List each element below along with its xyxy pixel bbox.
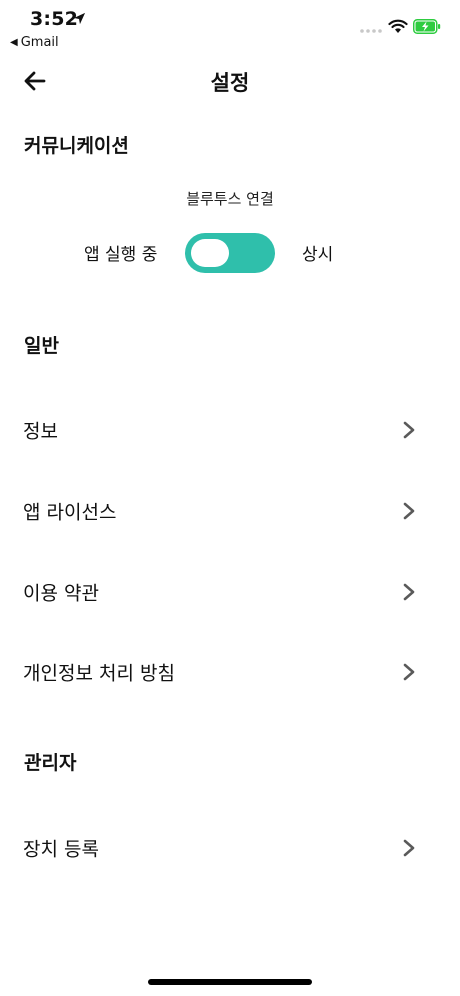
row-label: 정보 bbox=[23, 420, 58, 443]
settings-row-terms[interactable]: 이용 약관 bbox=[0, 562, 460, 622]
back-triangle-icon: ◀ bbox=[10, 37, 18, 48]
row-label: 장치 등록 bbox=[23, 838, 99, 861]
section-header-admin: 관리자 bbox=[24, 752, 77, 774]
battery-charging-icon bbox=[413, 19, 441, 34]
row-label: 개인정보 처리 방침 bbox=[23, 662, 175, 685]
home-indicator[interactable] bbox=[148, 979, 312, 985]
row-label: 이용 약관 bbox=[23, 582, 99, 605]
settings-row-app-license[interactable]: 앱 라이선스 bbox=[0, 481, 460, 541]
settings-row-device-registration[interactable]: 장치 등록 bbox=[0, 818, 460, 878]
bluetooth-mode-toggle[interactable] bbox=[185, 233, 275, 273]
bluetooth-connection-label: 블루투스 연결 bbox=[186, 190, 274, 208]
chevron-right-icon bbox=[403, 839, 415, 857]
page-title: 설정 bbox=[210, 71, 250, 95]
toggle-option-app-running: 앱 실행 중 bbox=[84, 245, 158, 265]
toggle-option-always: 상시 bbox=[302, 245, 334, 265]
section-header-communication: 커뮤니케이션 bbox=[24, 135, 129, 157]
back-app-label: Gmail bbox=[20, 35, 59, 50]
row-label: 앱 라이선스 bbox=[23, 501, 117, 524]
settings-row-privacy-policy[interactable]: 개인정보 처리 방침 bbox=[0, 642, 460, 702]
cellular-signal-icon bbox=[360, 29, 382, 33]
chevron-right-icon bbox=[403, 502, 415, 520]
chevron-right-icon bbox=[403, 421, 415, 439]
toggle-knob bbox=[191, 239, 229, 267]
status-time: 3:52 bbox=[30, 8, 79, 30]
chevron-right-icon bbox=[403, 583, 415, 601]
chevron-right-icon bbox=[403, 663, 415, 681]
back-to-app-link[interactable]: ◀ Gmail bbox=[10, 35, 59, 50]
section-header-general: 일반 bbox=[24, 335, 59, 357]
location-arrow-icon bbox=[73, 12, 86, 25]
wifi-icon bbox=[388, 19, 408, 33]
settings-row-info[interactable]: 정보 bbox=[0, 400, 460, 460]
